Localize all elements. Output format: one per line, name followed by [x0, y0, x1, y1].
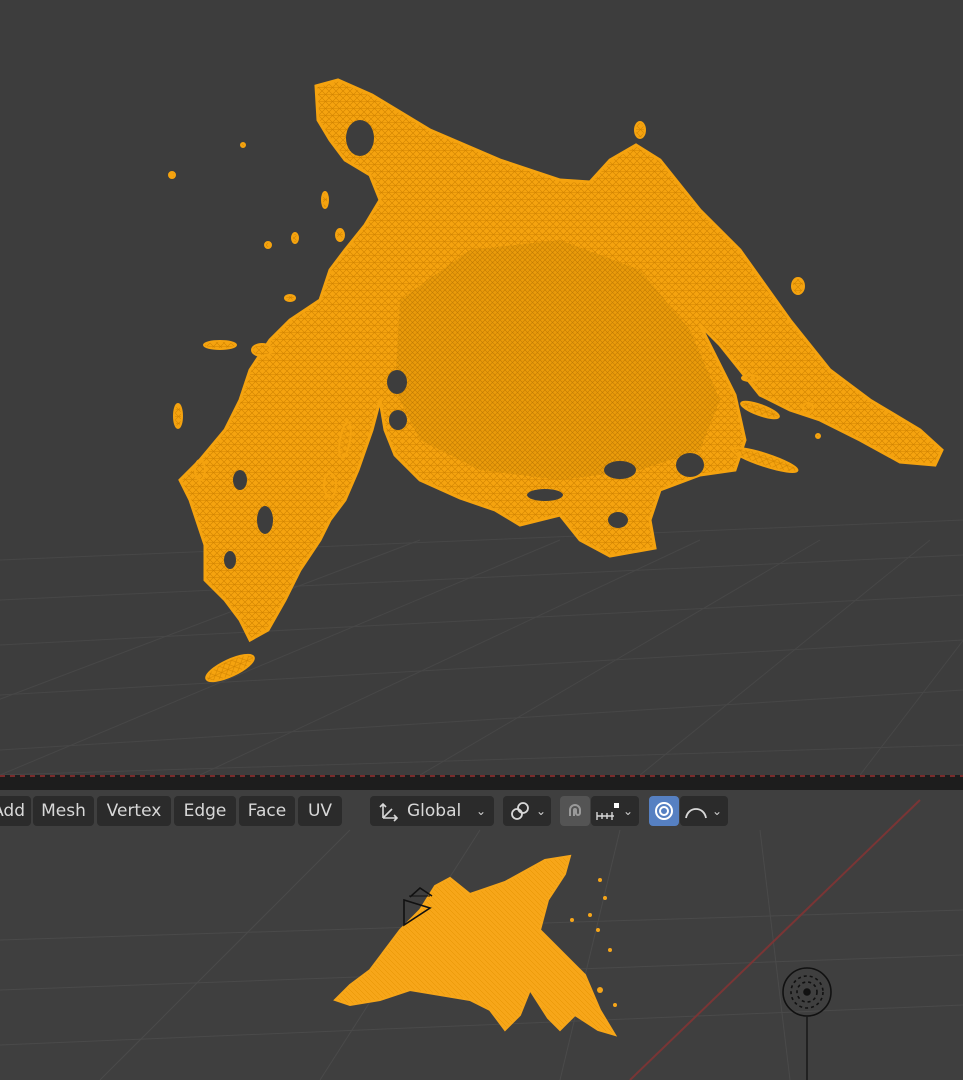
- add-menu[interactable]: Add: [0, 796, 31, 826]
- area-divider-dash: [0, 775, 963, 777]
- magnet-icon: [562, 796, 588, 826]
- viewport-header: Add Mesh Vertex Edge Face UV Global ⌄ ⌄: [0, 796, 963, 830]
- smooth-falloff-icon: [682, 796, 710, 826]
- pivot-point-dropdown[interactable]: ⌄: [503, 796, 551, 826]
- transform-orientation-label: Global: [407, 801, 462, 821]
- floor-grid: [0, 519, 963, 775]
- transform-orientation-dropdown[interactable]: Global ⌄: [370, 796, 494, 826]
- face-menu[interactable]: Face: [239, 796, 295, 826]
- proportional-falloff-dropdown[interactable]: ⌄: [680, 796, 728, 826]
- vertex-menu[interactable]: Vertex: [97, 796, 171, 826]
- viewport-top[interactable]: [0, 0, 963, 775]
- proportional-edit-toggle[interactable]: [649, 796, 679, 826]
- chevron-down-icon: ⌄: [476, 804, 487, 818]
- viewport-bottom-canvas[interactable]: [0, 790, 963, 1080]
- snap-target-dropdown[interactable]: ⌄: [591, 796, 639, 826]
- chevron-down-icon: ⌄: [623, 804, 634, 818]
- viewport-top-canvas[interactable]: [0, 0, 963, 775]
- fluid-mesh[interactable]: [168, 78, 944, 686]
- proportional-edit-icon: [651, 796, 677, 826]
- mesh-menu[interactable]: Mesh: [33, 796, 94, 826]
- snap-toggle[interactable]: [560, 796, 590, 826]
- uv-menu[interactable]: UV: [298, 796, 342, 826]
- link-icon: [507, 796, 533, 826]
- fluid-mesh-preview[interactable]: [333, 854, 618, 1037]
- chevron-down-icon: ⌄: [712, 804, 723, 818]
- x-axis-line: [629, 799, 921, 1080]
- area-divider[interactable]: [0, 775, 963, 790]
- edge-menu[interactable]: Edge: [174, 796, 236, 826]
- viewport-bottom[interactable]: [0, 790, 963, 1080]
- light-object-icon[interactable]: [782, 967, 832, 1080]
- increment-icon: [593, 796, 621, 826]
- transform-orientation-icon: [376, 796, 402, 826]
- chevron-down-icon: ⌄: [536, 804, 547, 818]
